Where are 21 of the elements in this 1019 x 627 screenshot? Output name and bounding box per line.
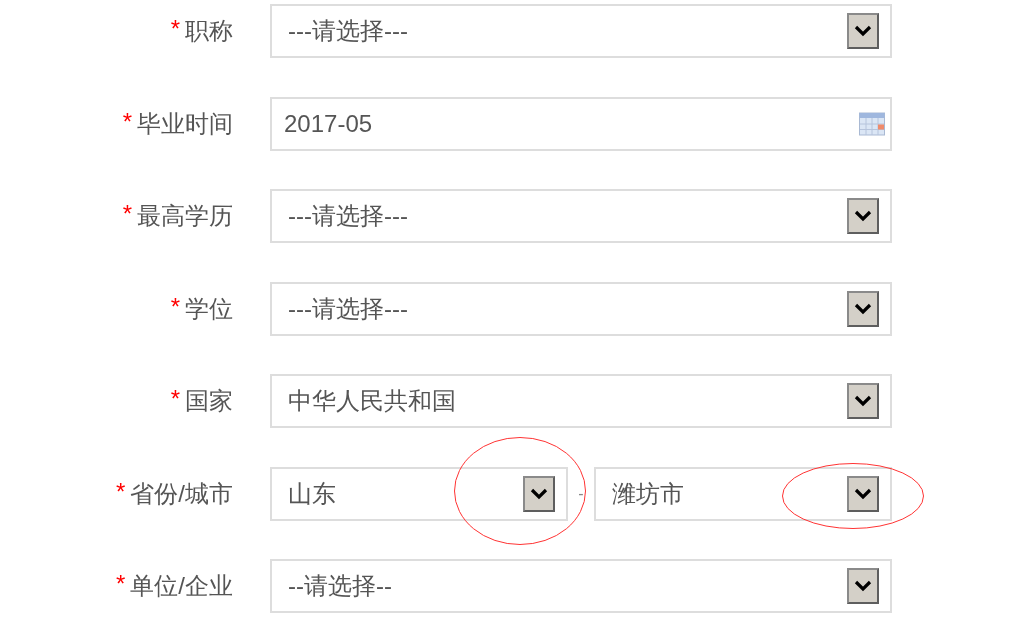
required-asterisk: * xyxy=(122,202,132,226)
field-label: 省份/城市 xyxy=(130,478,233,509)
required-asterisk: * xyxy=(122,109,132,134)
required-asterisk: * xyxy=(116,479,126,504)
select-field[interactable]: ---请选择--- xyxy=(270,189,892,243)
required-asterisk: * xyxy=(170,387,180,411)
field-label: 学位 xyxy=(185,293,233,324)
required-asterisk: * xyxy=(116,572,126,596)
select-field[interactable]: ---请选择--- xyxy=(270,281,892,336)
required-asterisk: * xyxy=(170,17,180,41)
field-label: 单位/企业 xyxy=(130,571,233,601)
select-field[interactable]: ---请选择--- xyxy=(270,4,892,58)
select-field[interactable]: 中华人民共和国 xyxy=(270,374,892,428)
required-asterisk: * xyxy=(170,294,180,319)
field-label: 职称 xyxy=(185,16,233,46)
select-field[interactable]: --请选择-- xyxy=(270,559,892,613)
date-field[interactable]: 2017-05 xyxy=(270,96,892,151)
field-label: 毕业时间 xyxy=(137,108,233,139)
field-label: 最高学历 xyxy=(137,201,233,231)
field-label: 国家 xyxy=(185,386,233,416)
range-separator: - xyxy=(578,483,584,504)
